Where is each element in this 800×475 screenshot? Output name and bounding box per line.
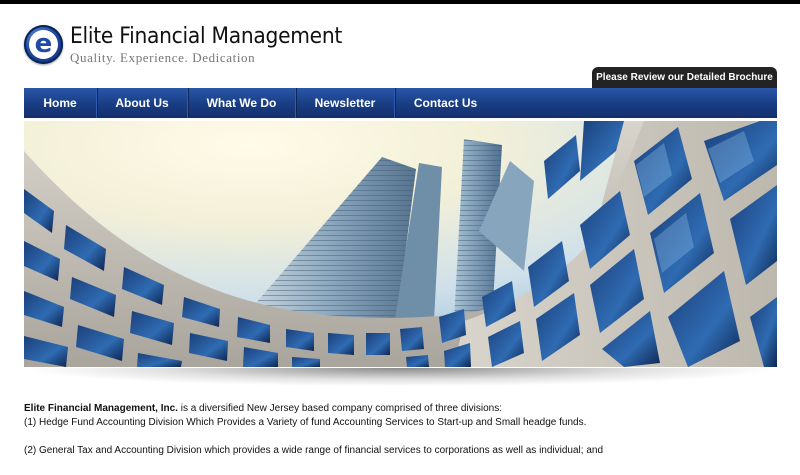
nav-home[interactable]: Home [24,88,97,118]
top-border [0,0,800,4]
nav-contact-us[interactable]: Contact Us [395,88,496,118]
hero-banner [24,121,777,367]
nav-about-us[interactable]: About Us [97,88,188,118]
intro-paragraph: Elite Financial Management, Inc. is a di… [24,402,784,416]
hero-shadow [30,368,771,386]
main-nav: Home About Us What We Do Newsletter Cont… [24,88,777,118]
logo-letter: e [34,28,53,59]
division-2: (2) General Tax and Accounting Division … [24,445,604,456]
division-1: (1) Hedge Fund Accounting Division Which… [24,417,587,428]
brochure-link[interactable]: Please Review our Detailed Brochure [592,67,777,88]
company-name: Elite Financial Management, Inc. [24,403,178,414]
brand-name[interactable]: Elite Financial Management [70,24,342,49]
nav-what-we-do[interactable]: What We Do [188,88,296,118]
intro-text: Elite Financial Management, Inc. is a di… [24,402,784,458]
logo-inner: e [29,30,58,59]
logo-icon[interactable]: e [24,25,63,64]
tagline: Quality. Experience. Dedication [70,50,256,65]
intro-rest: is a diversified New Jersey based compan… [177,403,502,414]
nav-newsletter[interactable]: Newsletter [296,88,395,118]
skyscraper-photo [24,121,777,367]
